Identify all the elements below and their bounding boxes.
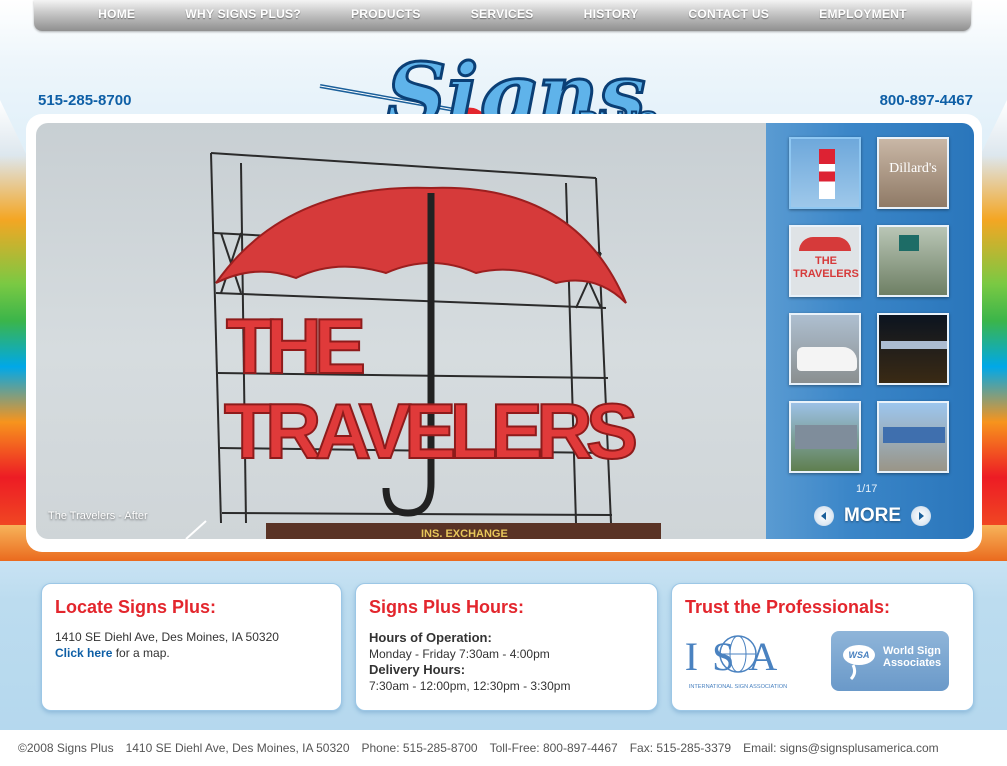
isa-logo[interactable]: ISA INTERNATIONAL SIGN ASSOCIATION — [686, 630, 790, 692]
nav-item-products[interactable]: PRODUCTS — [326, 7, 446, 21]
slideshow-caption: The Travelers - After — [48, 510, 148, 522]
store-thumbnail — [883, 427, 945, 443]
tower-sign-thumbnail — [819, 149, 835, 199]
svg-text:WSA: WSA — [849, 650, 870, 660]
van-thumbnail — [797, 347, 857, 371]
thumbnail-4[interactable] — [877, 225, 949, 297]
svg-text:ISA: ISA — [686, 634, 790, 679]
footer: ©2008 Signs Plus 1410 SE Diehl Ave, Des … — [18, 741, 951, 755]
map-link-line: Click here for a map. — [55, 646, 170, 660]
more-button[interactable]: MORE — [844, 505, 901, 527]
footer-fax: Fax: 515-285-3379 — [629, 741, 732, 755]
map-link[interactable]: Click here — [55, 646, 112, 660]
nav-item-home[interactable]: HOME — [73, 7, 160, 21]
footer-tollfree: Toll-Free: 800-897-4467 — [489, 741, 618, 755]
stadium-thumbnail — [795, 425, 857, 449]
slide-counter: 1/17 — [856, 483, 878, 495]
delivery-hours-value: 7:30am - 12:00pm, 12:30pm - 3:30pm — [369, 679, 571, 693]
delivery-hours-label: Delivery Hours: — [369, 662, 466, 677]
svg-text:THE: THE — [226, 302, 366, 390]
thumbnail-sign-text: THE TRAVELERS — [793, 255, 859, 280]
hours-box: Signs Plus Hours: Hours of Operation: Mo… — [355, 583, 658, 711]
trust-box: Trust the Professionals: ISA INTERNATION… — [671, 583, 974, 711]
footer-address: 1410 SE Diehl Ave, Des Moines, IA 50320 — [125, 741, 350, 755]
footer-copyright: ©2008 Signs Plus — [18, 741, 114, 755]
building-sign-thumbnail — [899, 235, 919, 251]
slideshow-main-photo[interactable]: THE TRAVELERS INS. EXCHANGE — [36, 123, 766, 539]
thumbnail-2[interactable]: Dillard's — [877, 137, 949, 209]
wsa-logo[interactable]: WSA World Sign Associates — [831, 631, 949, 691]
main-nav: HOME WHY SIGNS PLUS? PRODUCTS SERVICES H… — [34, 0, 971, 31]
operation-hours-label: Hours of Operation: — [369, 630, 492, 645]
thumbnail-1[interactable] — [789, 137, 861, 209]
night-sign-thumbnail — [881, 341, 947, 349]
wsa-badge-icon: WSA — [843, 645, 875, 681]
map-link-suffix: for a map. — [112, 646, 170, 660]
phone-tollfree: 800-897-4467 — [879, 92, 973, 109]
hours-title: Signs Plus Hours: — [369, 597, 525, 617]
thumbnail-7[interactable] — [789, 401, 861, 473]
wsa-name: World Sign Associates — [883, 645, 942, 669]
trust-title: Trust the Professionals: — [685, 597, 891, 617]
slideshow-pager: MORE — [814, 505, 931, 527]
thumbnail-8[interactable] — [877, 401, 949, 473]
svg-text:INTERNATIONAL SIGN ASSOCIATION: INTERNATIONAL SIGN ASSOCIATION — [689, 684, 787, 690]
umbrella-sign-thumbnail — [799, 237, 851, 251]
svg-text:TRAVELERS: TRAVELERS — [224, 387, 638, 475]
locate-title: Locate Signs Plus: — [55, 597, 217, 617]
next-arrow-icon[interactable] — [911, 506, 931, 526]
thumbnail-6[interactable] — [877, 313, 949, 385]
previous-arrow-icon[interactable] — [814, 506, 834, 526]
thumbnail-3[interactable]: THE TRAVELERS — [789, 225, 861, 297]
footer-email[interactable]: Email: signs@signsplusamerica.com — [743, 741, 939, 755]
nav-item-why-signs-plus[interactable]: WHY SIGNS PLUS? — [160, 7, 326, 21]
nav-item-history[interactable]: HISTORY — [559, 7, 664, 21]
nav-item-contact-us[interactable]: CONTACT US — [663, 7, 794, 21]
storefront-thumbnail: Dillard's — [889, 161, 937, 176]
locate-address: 1410 SE Diehl Ave, Des Moines, IA 50320 — [55, 630, 279, 644]
thumbnail-5[interactable] — [789, 313, 861, 385]
nav-item-services[interactable]: SERVICES — [446, 7, 559, 21]
svg-text:INS. EXCHANGE: INS. EXCHANGE — [421, 528, 508, 539]
operation-hours-value: Monday - Friday 7:30am - 4:00pm — [369, 647, 550, 661]
nav-item-employment[interactable]: EMPLOYMENT — [794, 7, 932, 21]
locate-box: Locate Signs Plus: 1410 SE Diehl Ave, De… — [41, 583, 342, 711]
footer-phone: Phone: 515-285-8700 — [361, 741, 478, 755]
phone-local: 515-285-8700 — [38, 92, 132, 109]
